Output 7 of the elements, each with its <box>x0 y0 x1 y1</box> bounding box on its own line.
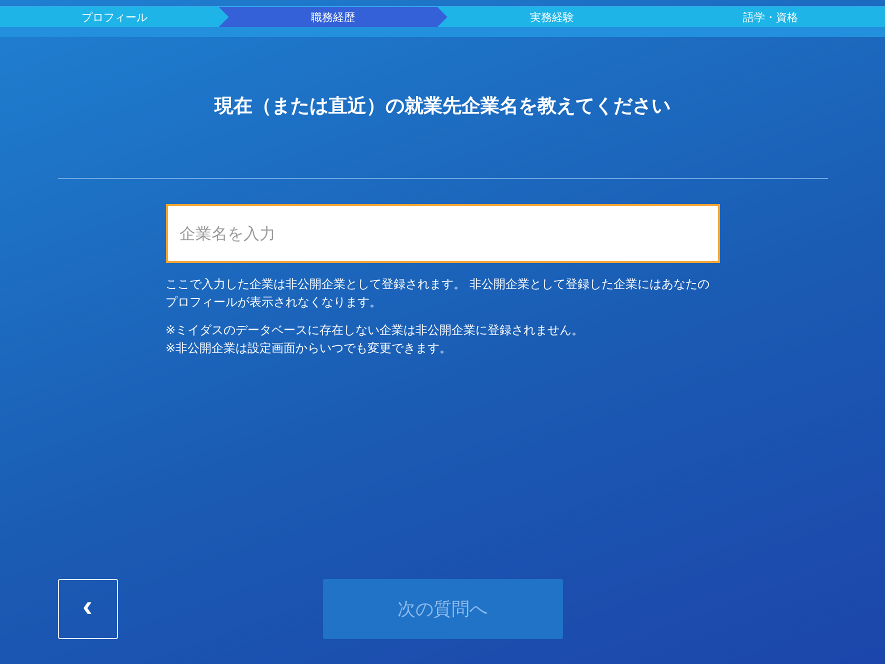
progress-step: 職務経歴 <box>218 7 448 27</box>
back-button[interactable]: ‹ <box>58 579 118 639</box>
footnote-text: ※ミイダスのデータベースに存在しない企業は非公開企業に登録されません。 <box>166 322 585 339</box>
note-text: ここで入力した企業は非公開企業として登録されます。 非公開企業として登録した企業にはあなたのプロフィールが表示されなくなります。 <box>166 276 710 311</box>
footnote-text: ※非公開企業は設定画面からいつでも変更できます。 <box>166 340 453 357</box>
question-title: 現在（または直近）の就業先企業名を教えてください <box>214 94 670 119</box>
company-name-field[interactable]: 企業名を入力 <box>166 204 720 263</box>
